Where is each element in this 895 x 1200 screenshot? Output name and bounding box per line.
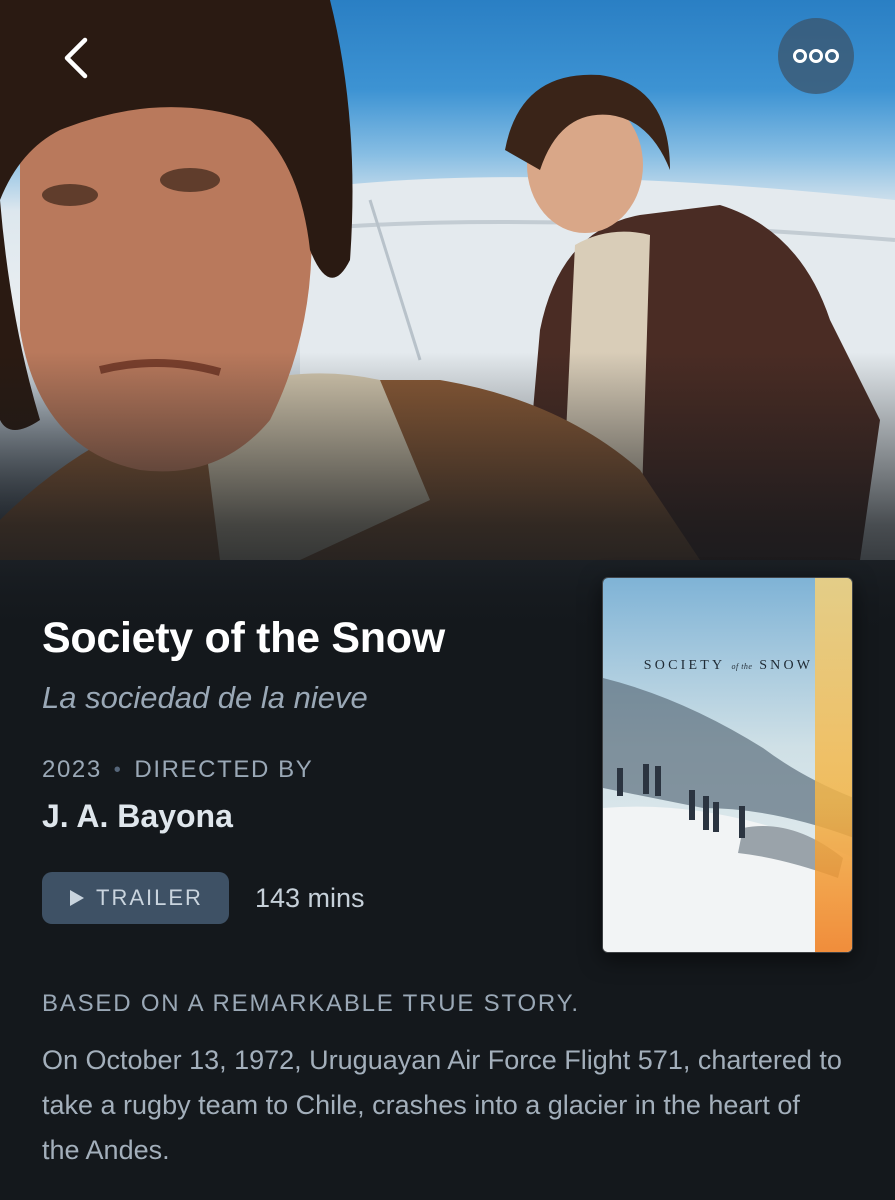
director-name[interactable]: J. A. Bayona <box>42 798 233 835</box>
poster-artwork <box>603 578 852 952</box>
trailer-button[interactable]: TRAILER <box>42 872 229 924</box>
backdrop-image <box>0 0 895 640</box>
ellipsis-icon <box>793 49 839 63</box>
play-icon <box>70 890 85 906</box>
separator-dot: • <box>113 758 123 781</box>
runtime: 143 mins <box>255 883 365 913</box>
original-title: La sociedad de la nieve <box>42 680 368 715</box>
back-button[interactable] <box>48 30 104 86</box>
poster-title: SOCIETY of the SNOW <box>643 658 814 673</box>
more-options-button[interactable] <box>778 18 854 94</box>
directed-by-label: DIRECTED BY <box>134 756 314 783</box>
synopsis: On October 13, 1972, Uruguayan Air Force… <box>42 1045 842 1165</box>
chevron-left-icon <box>64 37 88 79</box>
film-meta: 2023 • DIRECTED BY <box>42 756 313 784</box>
trailer-label: TRAILER <box>96 885 203 910</box>
release-year[interactable]: 2023 <box>42 756 102 784</box>
film-poster[interactable]: SOCIETY of the SNOW <box>602 577 853 953</box>
tagline: BASED ON A REMARKABLE TRUE STORY. <box>42 990 580 1017</box>
film-title: Society of the Snow <box>42 614 445 662</box>
